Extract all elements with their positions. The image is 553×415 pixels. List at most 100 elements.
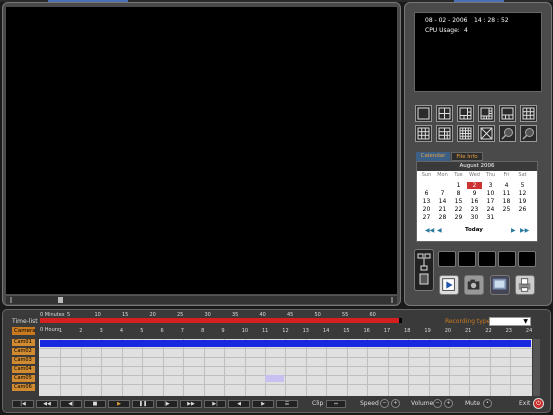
- zoom-out-button[interactable]: [520, 125, 537, 142]
- first-frame-button[interactable]: |◀: [12, 400, 34, 408]
- calendar-day[interactable]: 31: [483, 214, 498, 221]
- calendar-day[interactable]: 16: [467, 198, 482, 205]
- preset-slot-2[interactable]: [458, 251, 476, 267]
- next-year-icon[interactable]: ▶▶: [520, 227, 529, 234]
- prev-month-icon[interactable]: ◀: [437, 227, 442, 234]
- prev-year-icon[interactable]: ◀◀: [425, 227, 434, 234]
- clip-button[interactable]: ⇔: [326, 400, 346, 408]
- calendar-day[interactable]: 25: [499, 206, 514, 213]
- step-forward-button[interactable]: |▶: [156, 400, 178, 408]
- last-frame-button[interactable]: ▶|: [204, 400, 226, 408]
- camera-label-2[interactable]: Cam02: [12, 348, 35, 355]
- cpu-usage-label: CPU Usage:: [425, 27, 460, 34]
- calendar-day[interactable]: 11: [499, 190, 514, 197]
- calendar-day[interactable]: 26: [515, 206, 530, 213]
- tab-calendar[interactable]: Calendar: [416, 152, 450, 161]
- pause-button[interactable]: ❚❚: [132, 400, 154, 408]
- camera-label-3[interactable]: Cam03: [12, 357, 35, 364]
- calendar-day[interactable]: 28: [435, 214, 450, 221]
- calendar-day[interactable]: 18: [499, 198, 514, 205]
- hour-tick-label: 13: [302, 328, 309, 334]
- calendar-day[interactable]: 14: [435, 198, 450, 205]
- camera-label-6[interactable]: Cam06: [12, 384, 35, 391]
- fast-rewind-button[interactable]: ◀◀: [36, 400, 58, 408]
- preset-slot-1[interactable]: [438, 251, 456, 267]
- tab-file-info[interactable]: File Info: [451, 152, 483, 161]
- calendar-day[interactable]: 7: [435, 190, 450, 197]
- preset-slot-3[interactable]: [478, 251, 496, 267]
- skip-start-icon: |◀: [20, 401, 26, 407]
- snapshot-button[interactable]: [464, 275, 484, 295]
- layout-1x1-button[interactable]: [415, 105, 432, 122]
- calendar-day[interactable]: 9: [467, 190, 482, 197]
- calendar-day[interactable]: 30: [467, 214, 482, 221]
- layout-grid-button[interactable]: [520, 105, 537, 122]
- preset-slot-4[interactable]: [498, 251, 516, 267]
- sequence-button[interactable]: [478, 125, 495, 142]
- backup-button[interactable]: ☰: [276, 400, 298, 408]
- minute-timeline-bar[interactable]: [40, 318, 399, 323]
- zoom-in-button[interactable]: [499, 125, 516, 142]
- calendar-day[interactable]: 20: [419, 206, 434, 213]
- layout-9-button[interactable]: [415, 125, 432, 142]
- recording-segment-cam01[interactable]: [40, 340, 531, 347]
- calendar-day[interactable]: 6: [419, 190, 434, 197]
- next-month-icon[interactable]: ▶: [511, 227, 516, 234]
- volume-down-button[interactable]: −: [433, 399, 442, 408]
- video-scrollbar[interactable]: [6, 295, 397, 304]
- layout-2x2-button[interactable]: [436, 105, 453, 122]
- calendar-day[interactable]: 2: [467, 182, 482, 189]
- recording-type-select[interactable]: ▼: [489, 317, 531, 326]
- stop-button[interactable]: ■: [84, 400, 106, 408]
- calendar-day[interactable]: 10: [483, 190, 498, 197]
- hour-tick-label: 24: [525, 328, 533, 334]
- exit-button[interactable]: ⏻: [533, 398, 544, 409]
- today-button[interactable]: Today: [465, 227, 483, 233]
- calendar-day[interactable]: 5: [515, 182, 530, 189]
- fast-forward-button[interactable]: ▶▶: [180, 400, 202, 408]
- rewind-button[interactable]: ◀|: [60, 400, 82, 408]
- calendar-day[interactable]: 24: [483, 206, 498, 213]
- calendar-day[interactable]: 19: [515, 198, 530, 205]
- playback-button[interactable]: [439, 275, 459, 295]
- layout-1plus7-button[interactable]: [499, 105, 516, 122]
- frame-back-button[interactable]: ◀: [228, 400, 250, 408]
- network-tree-button[interactable]: [414, 249, 434, 291]
- play-button[interactable]: ▶: [108, 400, 130, 408]
- calendar-day[interactable]: 22: [451, 206, 466, 213]
- settings-button[interactable]: [490, 275, 510, 295]
- frame-forward-button[interactable]: ▶: [252, 400, 274, 408]
- recording-segment-cam05[interactable]: [265, 375, 284, 382]
- fast-forward-icon: ▶▶: [187, 401, 195, 407]
- video-scroll-thumb[interactable]: [58, 297, 63, 303]
- mute-button[interactable]: •: [483, 399, 492, 408]
- calendar-day[interactable]: 23: [467, 206, 482, 213]
- speed-up-button[interactable]: +: [391, 399, 400, 408]
- layout-1plus5-button[interactable]: [457, 105, 474, 122]
- calendar-day[interactable]: 12: [515, 190, 530, 197]
- calendar-day[interactable]: 17: [483, 198, 498, 205]
- layout-10-button[interactable]: [436, 125, 453, 142]
- grid-scrollbar[interactable]: [533, 339, 540, 396]
- layout-16-button[interactable]: [457, 125, 474, 142]
- calendar-month-title: August 2006: [417, 162, 537, 171]
- camera-label-1[interactable]: Cam01: [12, 339, 35, 346]
- speed-down-button[interactable]: −: [380, 399, 389, 408]
- calendar-day[interactable]: 4: [499, 182, 514, 189]
- preset-slot-5[interactable]: [518, 251, 536, 267]
- layout-8-button[interactable]: [478, 105, 495, 122]
- calendar-day[interactable]: 13: [419, 198, 434, 205]
- camera-tab[interactable]: Camera: [12, 327, 36, 335]
- calendar-day[interactable]: 1: [451, 182, 466, 189]
- calendar-day[interactable]: 27: [419, 214, 434, 221]
- video-display[interactable]: [6, 7, 397, 294]
- print-button[interactable]: [515, 275, 535, 295]
- calendar-day[interactable]: 8: [451, 190, 466, 197]
- calendar-day[interactable]: 15: [451, 198, 466, 205]
- camera-label-5[interactable]: Cam05: [12, 375, 35, 382]
- camera-label-4[interactable]: Cam04: [12, 366, 35, 373]
- volume-up-button[interactable]: +: [444, 399, 453, 408]
- calendar-day[interactable]: 29: [451, 214, 466, 221]
- calendar-day[interactable]: 21: [435, 206, 450, 213]
- calendar-day[interactable]: 3: [483, 182, 498, 189]
